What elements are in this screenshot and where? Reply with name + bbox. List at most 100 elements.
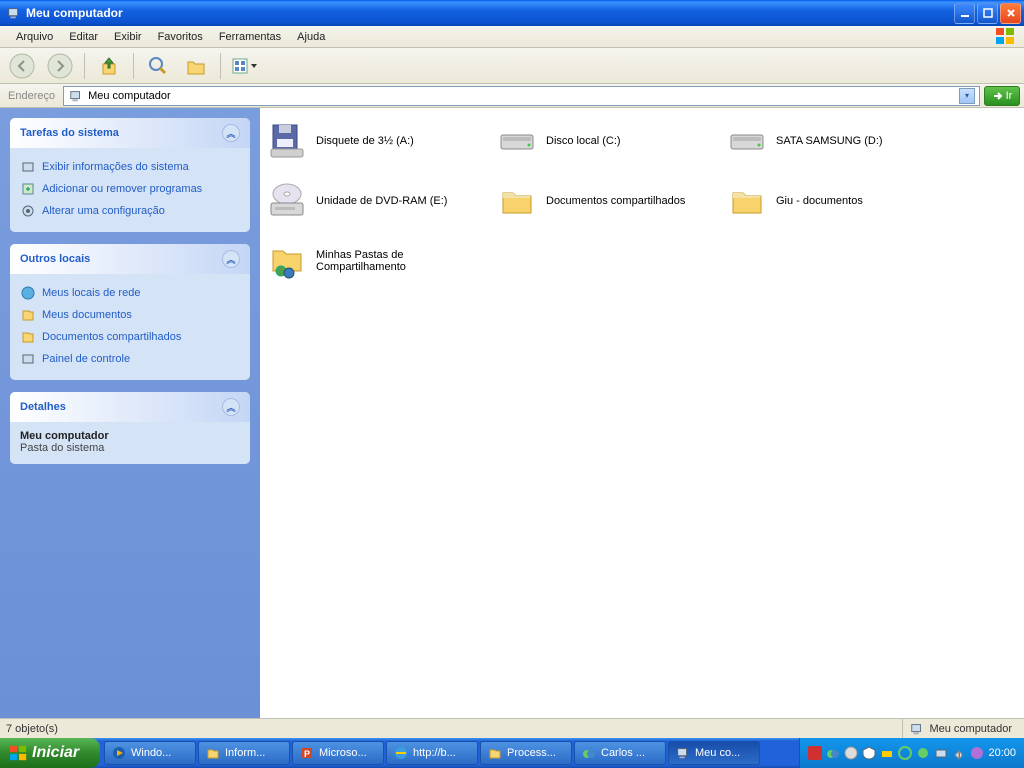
menu-ajuda[interactable]: Ajuda bbox=[289, 28, 333, 46]
tray-icon[interactable] bbox=[826, 746, 840, 760]
menubar: Arquivo Editar Exibir Favoritos Ferramen… bbox=[0, 26, 1024, 48]
menu-editar[interactable]: Editar bbox=[61, 28, 106, 46]
sidebar: Tarefas do sistema ︽ Exibir informações … bbox=[0, 108, 260, 718]
computer-icon bbox=[909, 721, 925, 737]
menu-ferramentas[interactable]: Ferramentas bbox=[211, 28, 289, 46]
drive-item[interactable]: Giu - documentos bbox=[726, 180, 956, 222]
shared-folder-icon bbox=[266, 240, 308, 282]
search-button[interactable] bbox=[142, 50, 174, 82]
link-label: Exibir informações do sistema bbox=[42, 161, 189, 173]
panel-title: Outros locais bbox=[20, 253, 90, 265]
computer-icon bbox=[68, 88, 84, 104]
drive-item[interactable]: Unidade de DVD-RAM (E:) bbox=[266, 180, 496, 222]
folder-icon bbox=[726, 180, 768, 222]
svg-text:P: P bbox=[304, 749, 310, 759]
titlebar: Meu computador bbox=[0, 0, 1024, 26]
minimize-button[interactable] bbox=[954, 3, 975, 24]
link-label: Painel de controle bbox=[42, 353, 130, 365]
taskbar-label: Inform... bbox=[225, 747, 265, 759]
item-label: Giu - documentos bbox=[776, 195, 863, 207]
tray-icon[interactable] bbox=[952, 746, 966, 760]
menu-arquivo[interactable]: Arquivo bbox=[8, 28, 61, 46]
item-label: Minhas Pastas de Compartilhamento bbox=[316, 249, 496, 273]
taskbar-button[interactable]: Process... bbox=[480, 741, 572, 765]
taskbar-label: http://b... bbox=[413, 747, 456, 759]
address-combo[interactable]: Meu computador ▾ bbox=[63, 86, 980, 106]
link-docs-compart[interactable]: Documentos compartilhados bbox=[20, 326, 240, 348]
taskbar-button[interactable]: Meu co... bbox=[668, 741, 760, 765]
toolbar bbox=[0, 48, 1024, 84]
link-meus-docs[interactable]: Meus documentos bbox=[20, 304, 240, 326]
forward-button[interactable] bbox=[44, 50, 76, 82]
maximize-button[interactable] bbox=[977, 3, 998, 24]
hdd-icon bbox=[726, 120, 768, 162]
taskbar-label: Carlos ... bbox=[601, 747, 645, 759]
collapse-icon[interactable]: ︽ bbox=[222, 398, 240, 416]
tray-icon[interactable] bbox=[862, 746, 876, 760]
panel-header[interactable]: Outros locais ︽ bbox=[10, 244, 250, 274]
start-button[interactable]: Iniciar bbox=[0, 738, 100, 768]
drive-item[interactable]: Minhas Pastas de Compartilhamento bbox=[266, 240, 496, 282]
floppy-icon bbox=[266, 120, 308, 162]
views-button[interactable] bbox=[229, 50, 261, 82]
wmp-icon bbox=[111, 745, 127, 761]
tray-icon[interactable] bbox=[898, 746, 912, 760]
drive-item[interactable]: Documentos compartilhados bbox=[496, 180, 726, 222]
panel-title: Tarefas do sistema bbox=[20, 127, 119, 139]
tray-icon[interactable] bbox=[934, 746, 948, 760]
panel-tarefas: Tarefas do sistema ︽ Exibir informações … bbox=[10, 118, 250, 232]
panel-outros-locais: Outros locais ︽ Meus locais de rede Meus… bbox=[10, 244, 250, 380]
status-left: 7 objeto(s) bbox=[6, 723, 58, 735]
drive-item[interactable]: Disquete de 3½ (A:) bbox=[266, 120, 496, 162]
item-label: Unidade de DVD-RAM (E:) bbox=[316, 195, 447, 207]
menu-favoritos[interactable]: Favoritos bbox=[150, 28, 211, 46]
computer-icon bbox=[6, 5, 22, 21]
window-title: Meu computador bbox=[26, 6, 954, 20]
back-button[interactable] bbox=[6, 50, 38, 82]
tray-icon[interactable] bbox=[916, 746, 930, 760]
tray-icon[interactable] bbox=[808, 746, 822, 760]
dvd-icon bbox=[266, 180, 308, 222]
panel-title: Detalhes bbox=[20, 401, 66, 413]
collapse-icon[interactable]: ︽ bbox=[222, 250, 240, 268]
link-adicionar-remover[interactable]: Adicionar ou remover programas bbox=[20, 178, 240, 200]
drive-item[interactable]: Disco local (C:) bbox=[496, 120, 726, 162]
settings-icon bbox=[20, 203, 36, 219]
separator bbox=[133, 53, 134, 79]
dropdown-icon[interactable]: ▾ bbox=[959, 88, 975, 104]
taskbar-button[interactable]: Windo... bbox=[104, 741, 196, 765]
status-right: Meu computador bbox=[902, 719, 1018, 738]
system-tray[interactable]: 20:00 bbox=[799, 738, 1024, 768]
collapse-icon[interactable]: ︽ bbox=[222, 124, 240, 142]
link-label: Alterar uma configuração bbox=[42, 205, 165, 217]
windows-flag-icon bbox=[996, 28, 1020, 46]
taskbar-button[interactable]: Inform... bbox=[198, 741, 290, 765]
link-label: Meus documentos bbox=[42, 309, 132, 321]
separator bbox=[84, 53, 85, 79]
link-painel-controle[interactable]: Painel de controle bbox=[20, 348, 240, 370]
clock[interactable]: 20:00 bbox=[988, 747, 1016, 759]
ie-icon bbox=[393, 745, 409, 761]
link-exibir-info[interactable]: Exibir informações do sistema bbox=[20, 156, 240, 178]
menu-exibir[interactable]: Exibir bbox=[106, 28, 150, 46]
link-label: Adicionar ou remover programas bbox=[42, 183, 202, 195]
tray-icon[interactable] bbox=[844, 746, 858, 760]
folders-button[interactable] bbox=[180, 50, 212, 82]
taskbar-button[interactable]: http://b... bbox=[386, 741, 478, 765]
taskbar-button[interactable]: PMicroso... bbox=[292, 741, 384, 765]
go-button[interactable]: Ir bbox=[984, 86, 1020, 106]
up-button[interactable] bbox=[93, 50, 125, 82]
item-label: Documentos compartilhados bbox=[546, 195, 685, 207]
tray-icon[interactable] bbox=[970, 746, 984, 760]
panel-header[interactable]: Detalhes ︽ bbox=[10, 392, 250, 422]
panel-detalhes: Detalhes ︽ Meu computador Pasta do siste… bbox=[10, 392, 250, 464]
link-locais-rede[interactable]: Meus locais de rede bbox=[20, 282, 240, 304]
tray-icon[interactable] bbox=[880, 746, 894, 760]
panel-header[interactable]: Tarefas do sistema ︽ bbox=[10, 118, 250, 148]
taskbar-button[interactable]: Carlos ... bbox=[574, 741, 666, 765]
close-button[interactable] bbox=[1000, 3, 1021, 24]
taskbar: Iniciar Windo... Inform... PMicroso... http… bbox=[0, 738, 1024, 768]
drive-item[interactable]: SATA SAMSUNG (D:) bbox=[726, 120, 956, 162]
status-right-label: Meu computador bbox=[929, 723, 1012, 735]
link-alterar-config[interactable]: Alterar uma configuração bbox=[20, 200, 240, 222]
